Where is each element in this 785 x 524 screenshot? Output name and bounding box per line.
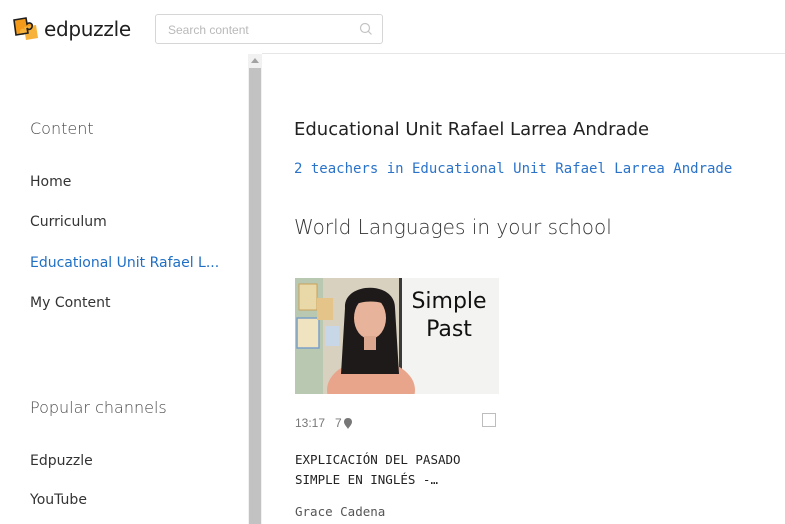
- video-meta: 13:17 7: [295, 416, 352, 430]
- sidebar-scrollbar[interactable]: [248, 54, 262, 524]
- thumbnail-text-line2: Past: [426, 317, 472, 342]
- video-select-checkbox[interactable]: [482, 413, 496, 427]
- scrollbar-thumb[interactable]: [249, 68, 261, 524]
- section-title: World Languages in your school: [294, 215, 612, 239]
- video-title[interactable]: EXPLICACIÓN DEL PASADO SIMPLE EN INGLÉS …: [295, 450, 505, 490]
- top-bar: edpuzzle: [0, 0, 785, 54]
- thumbnail-image: Simple Past: [295, 278, 499, 394]
- puzzle-logo-icon: [13, 17, 38, 40]
- video-title-line2: SIMPLE EN INGLÉS -…: [295, 472, 438, 487]
- scroll-up-arrow-icon[interactable]: [251, 58, 259, 63]
- sidebar-heading-content: Content: [30, 119, 94, 138]
- logo-text: edpuzzle: [44, 17, 131, 41]
- video-card[interactable]: Simple Past 13:17 7 EXPLICACIÓN DEL PASA…: [295, 278, 499, 519]
- question-marker-icon: [343, 417, 352, 429]
- question-count: 7: [335, 416, 342, 430]
- teachers-link[interactable]: 2 teachers in Educational Unit Rafael La…: [294, 161, 732, 177]
- sidebar-item-my-content[interactable]: My Content: [30, 295, 111, 311]
- video-author[interactable]: Grace Cadena: [295, 504, 385, 519]
- thumbnail-text-line1: Simple: [411, 289, 486, 314]
- sidebar-item-edpuzzle[interactable]: Edpuzzle: [30, 453, 93, 469]
- top-divider: [262, 53, 785, 54]
- sidebar: Content Home Curriculum Educational Unit…: [0, 54, 248, 524]
- video-title-line1: EXPLICACIÓN DEL PASADO: [295, 452, 461, 467]
- sidebar-item-home[interactable]: Home: [30, 174, 71, 190]
- video-duration: 13:17: [295, 416, 326, 430]
- search-box[interactable]: [155, 14, 383, 44]
- sidebar-item-youtube[interactable]: YouTube: [30, 492, 87, 508]
- school-title: Educational Unit Rafael Larrea Andrade: [294, 119, 650, 140]
- search-icon[interactable]: [358, 21, 374, 37]
- search-input[interactable]: [166, 16, 360, 44]
- sidebar-heading-channels: Popular channels: [30, 398, 167, 417]
- sidebar-item-school[interactable]: Educational Unit Rafael L...: [30, 255, 219, 271]
- sidebar-item-curriculum[interactable]: Curriculum: [30, 214, 107, 230]
- video-thumbnail[interactable]: Simple Past: [295, 278, 499, 394]
- edpuzzle-logo[interactable]: edpuzzle: [10, 14, 131, 44]
